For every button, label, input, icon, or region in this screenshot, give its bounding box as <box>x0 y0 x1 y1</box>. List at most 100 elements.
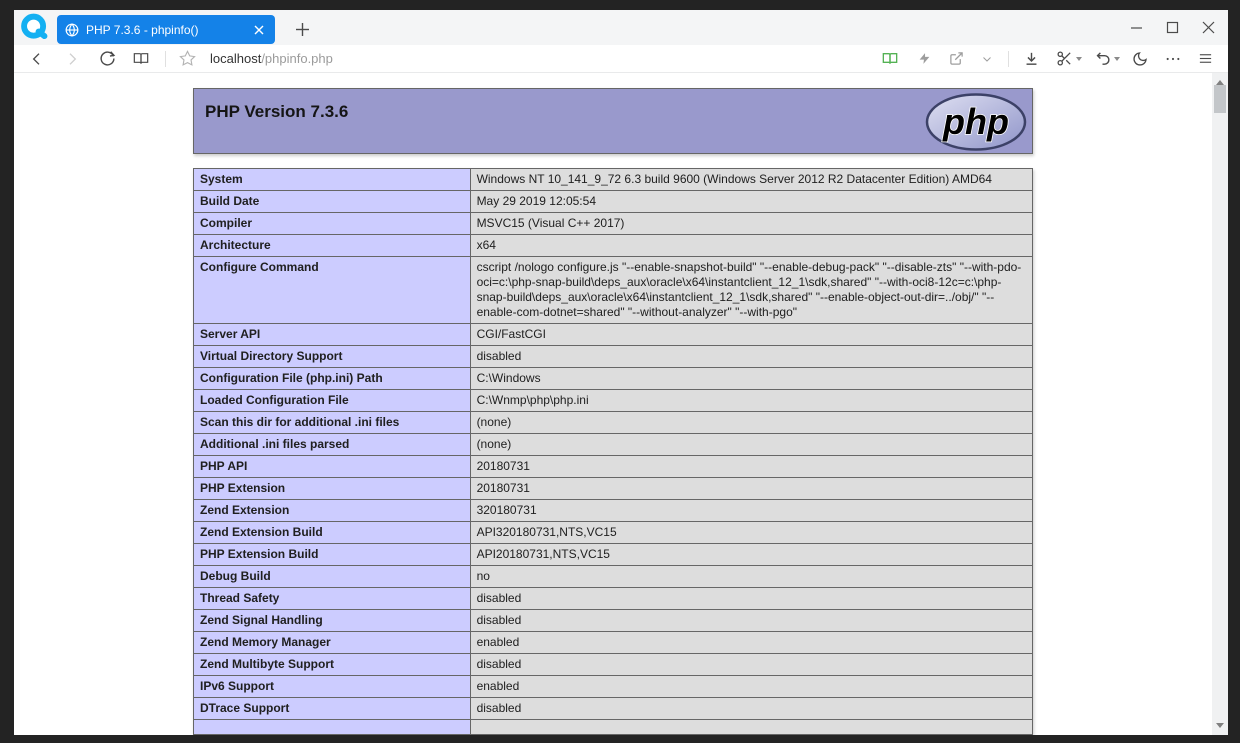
table-row: System Windows NT 10_141_9_72 6.3 build … <box>194 169 1033 191</box>
row-value: 320180731 <box>470 500 1032 522</box>
tab-bar: PHP 7.3.6 - phpinfo() <box>14 10 1228 45</box>
row-value: API20180731,NTS,VC15 <box>470 544 1032 566</box>
php-logo-text: php <box>942 101 1009 142</box>
row-value: 20180731 <box>470 478 1032 500</box>
url-host: localhost <box>210 51 261 66</box>
row-value: disabled <box>470 588 1032 610</box>
row-label: Zend Memory Manager <box>194 632 471 654</box>
browser-logo-icon[interactable] <box>20 13 49 42</box>
night-mode-moon-icon[interactable] <box>1131 50 1149 68</box>
tab-close-icon[interactable] <box>251 22 267 38</box>
reading-list-icon[interactable] <box>132 50 150 68</box>
row-value: (none) <box>470 434 1032 456</box>
row-label: Server API <box>194 324 471 346</box>
vertical-scrollbar[interactable] <box>1212 73 1228 735</box>
back-button[interactable] <box>28 50 46 68</box>
table-row: DTrace Support disabled <box>194 698 1033 720</box>
row-value: enabled <box>470 632 1032 654</box>
flash-lightning-icon[interactable] <box>915 50 933 68</box>
minimize-button[interactable] <box>1127 18 1146 37</box>
screenshot-scissors-icon[interactable] <box>1055 50 1073 68</box>
row-label <box>194 720 471 735</box>
table-row: Configuration File (php.ini) Path C:\Win… <box>194 368 1033 390</box>
row-value: x64 <box>470 235 1032 257</box>
table-row: Debug Build no <box>194 566 1033 588</box>
row-value <box>470 720 1032 735</box>
row-value: API320180731,NTS,VC15 <box>470 522 1032 544</box>
row-value: enabled <box>470 676 1032 698</box>
row-label: Zend Multibyte Support <box>194 654 471 676</box>
table-row: Zend Extension Build API320180731,NTS,VC… <box>194 522 1033 544</box>
globe-icon <box>65 23 79 37</box>
row-label: PHP API <box>194 456 471 478</box>
row-label: PHP Extension <box>194 478 471 500</box>
table-row: Zend Extension 320180731 <box>194 500 1033 522</box>
row-label: Debug Build <box>194 566 471 588</box>
table-row: PHP Extension 20180731 <box>194 478 1033 500</box>
row-label: IPv6 Support <box>194 676 471 698</box>
row-value: C:\Wnmp\php\php.ini <box>470 390 1032 412</box>
page-viewport: PHP Version 7.3.6 php <box>14 73 1228 735</box>
table-row: Zend Memory Manager enabled <box>194 632 1033 654</box>
row-label: Architecture <box>194 235 471 257</box>
phpinfo-table-body: System Windows NT 10_141_9_72 6.3 build … <box>194 169 1033 735</box>
scrollbar-down-arrow-icon[interactable] <box>1216 723 1224 728</box>
table-row: Server API CGI/FastCGI <box>194 324 1033 346</box>
table-row: IPv6 Support enabled <box>194 676 1033 698</box>
row-label: Thread Safety <box>194 588 471 610</box>
new-tab-button[interactable] <box>290 17 314 41</box>
page-title: PHP Version 7.3.6 <box>194 89 1032 122</box>
row-label: Loaded Configuration File <box>194 390 471 412</box>
reader-mode-icon[interactable] <box>881 50 899 68</box>
table-row: Zend Multibyte Support disabled <box>194 654 1033 676</box>
tab-title: PHP 7.3.6 - phpinfo() <box>86 23 251 37</box>
address-bar[interactable]: localhost/phpinfo.php <box>210 51 333 66</box>
table-row: Architecture x64 <box>194 235 1033 257</box>
forward-button[interactable] <box>63 50 81 68</box>
undo-history-icon[interactable] <box>1093 50 1111 68</box>
table-row: Additional .ini files parsed (none) <box>194 434 1033 456</box>
row-value: disabled <box>470 346 1032 368</box>
table-row: Compiler MSVC15 (Visual C++ 2017) <box>194 213 1033 235</box>
php-logo: php <box>924 92 1028 152</box>
row-label: Configuration File (php.ini) Path <box>194 368 471 390</box>
bookmark-star-icon[interactable] <box>178 50 196 68</box>
phpinfo-table: System Windows NT 10_141_9_72 6.3 build … <box>193 168 1033 735</box>
phpinfo-header: PHP Version 7.3.6 php <box>193 88 1033 154</box>
menu-hamburger-icon[interactable] <box>1196 50 1214 68</box>
undo-dropdown-caret[interactable] <box>1114 57 1120 61</box>
scrollbar-thumb[interactable] <box>1214 85 1226 113</box>
maximize-button[interactable] <box>1163 18 1182 37</box>
row-label: Build Date <box>194 191 471 213</box>
table-row: Build Date May 29 2019 12:05:54 <box>194 191 1033 213</box>
navigation-toolbar: localhost/phpinfo.php <box>14 45 1228 73</box>
extensions-chevron-down-icon[interactable] <box>978 50 996 68</box>
table-row: PHP API 20180731 <box>194 456 1033 478</box>
row-label: PHP Extension Build <box>194 544 471 566</box>
table-row: PHP Extension Build API20180731,NTS,VC15 <box>194 544 1033 566</box>
scissors-dropdown-caret[interactable] <box>1076 57 1082 61</box>
row-value: disabled <box>470 698 1032 720</box>
download-icon[interactable] <box>1022 50 1040 68</box>
tab-php-info[interactable]: PHP 7.3.6 - phpinfo() <box>57 15 275 44</box>
row-label: Zend Signal Handling <box>194 610 471 632</box>
row-value: (none) <box>470 412 1032 434</box>
refresh-button[interactable] <box>98 50 116 68</box>
row-value: MSVC15 (Visual C++ 2017) <box>470 213 1032 235</box>
row-value: cscript /nologo configure.js "--enable-s… <box>470 257 1032 324</box>
phpinfo-page: PHP Version 7.3.6 php <box>193 88 1033 735</box>
toolbar-separator <box>1008 51 1009 67</box>
row-label: System <box>194 169 471 191</box>
more-options-icon[interactable] <box>1164 50 1182 68</box>
row-value: CGI/FastCGI <box>470 324 1032 346</box>
row-label: Configure Command <box>194 257 471 324</box>
close-button[interactable] <box>1199 18 1218 37</box>
row-value: May 29 2019 12:05:54 <box>470 191 1032 213</box>
window-controls <box>1127 10 1218 45</box>
table-row: Scan this dir for additional .ini files … <box>194 412 1033 434</box>
row-value: no <box>470 566 1032 588</box>
row-label: Zend Extension Build <box>194 522 471 544</box>
table-row: Virtual Directory Support disabled <box>194 346 1033 368</box>
share-icon[interactable] <box>947 50 965 68</box>
row-label: Compiler <box>194 213 471 235</box>
